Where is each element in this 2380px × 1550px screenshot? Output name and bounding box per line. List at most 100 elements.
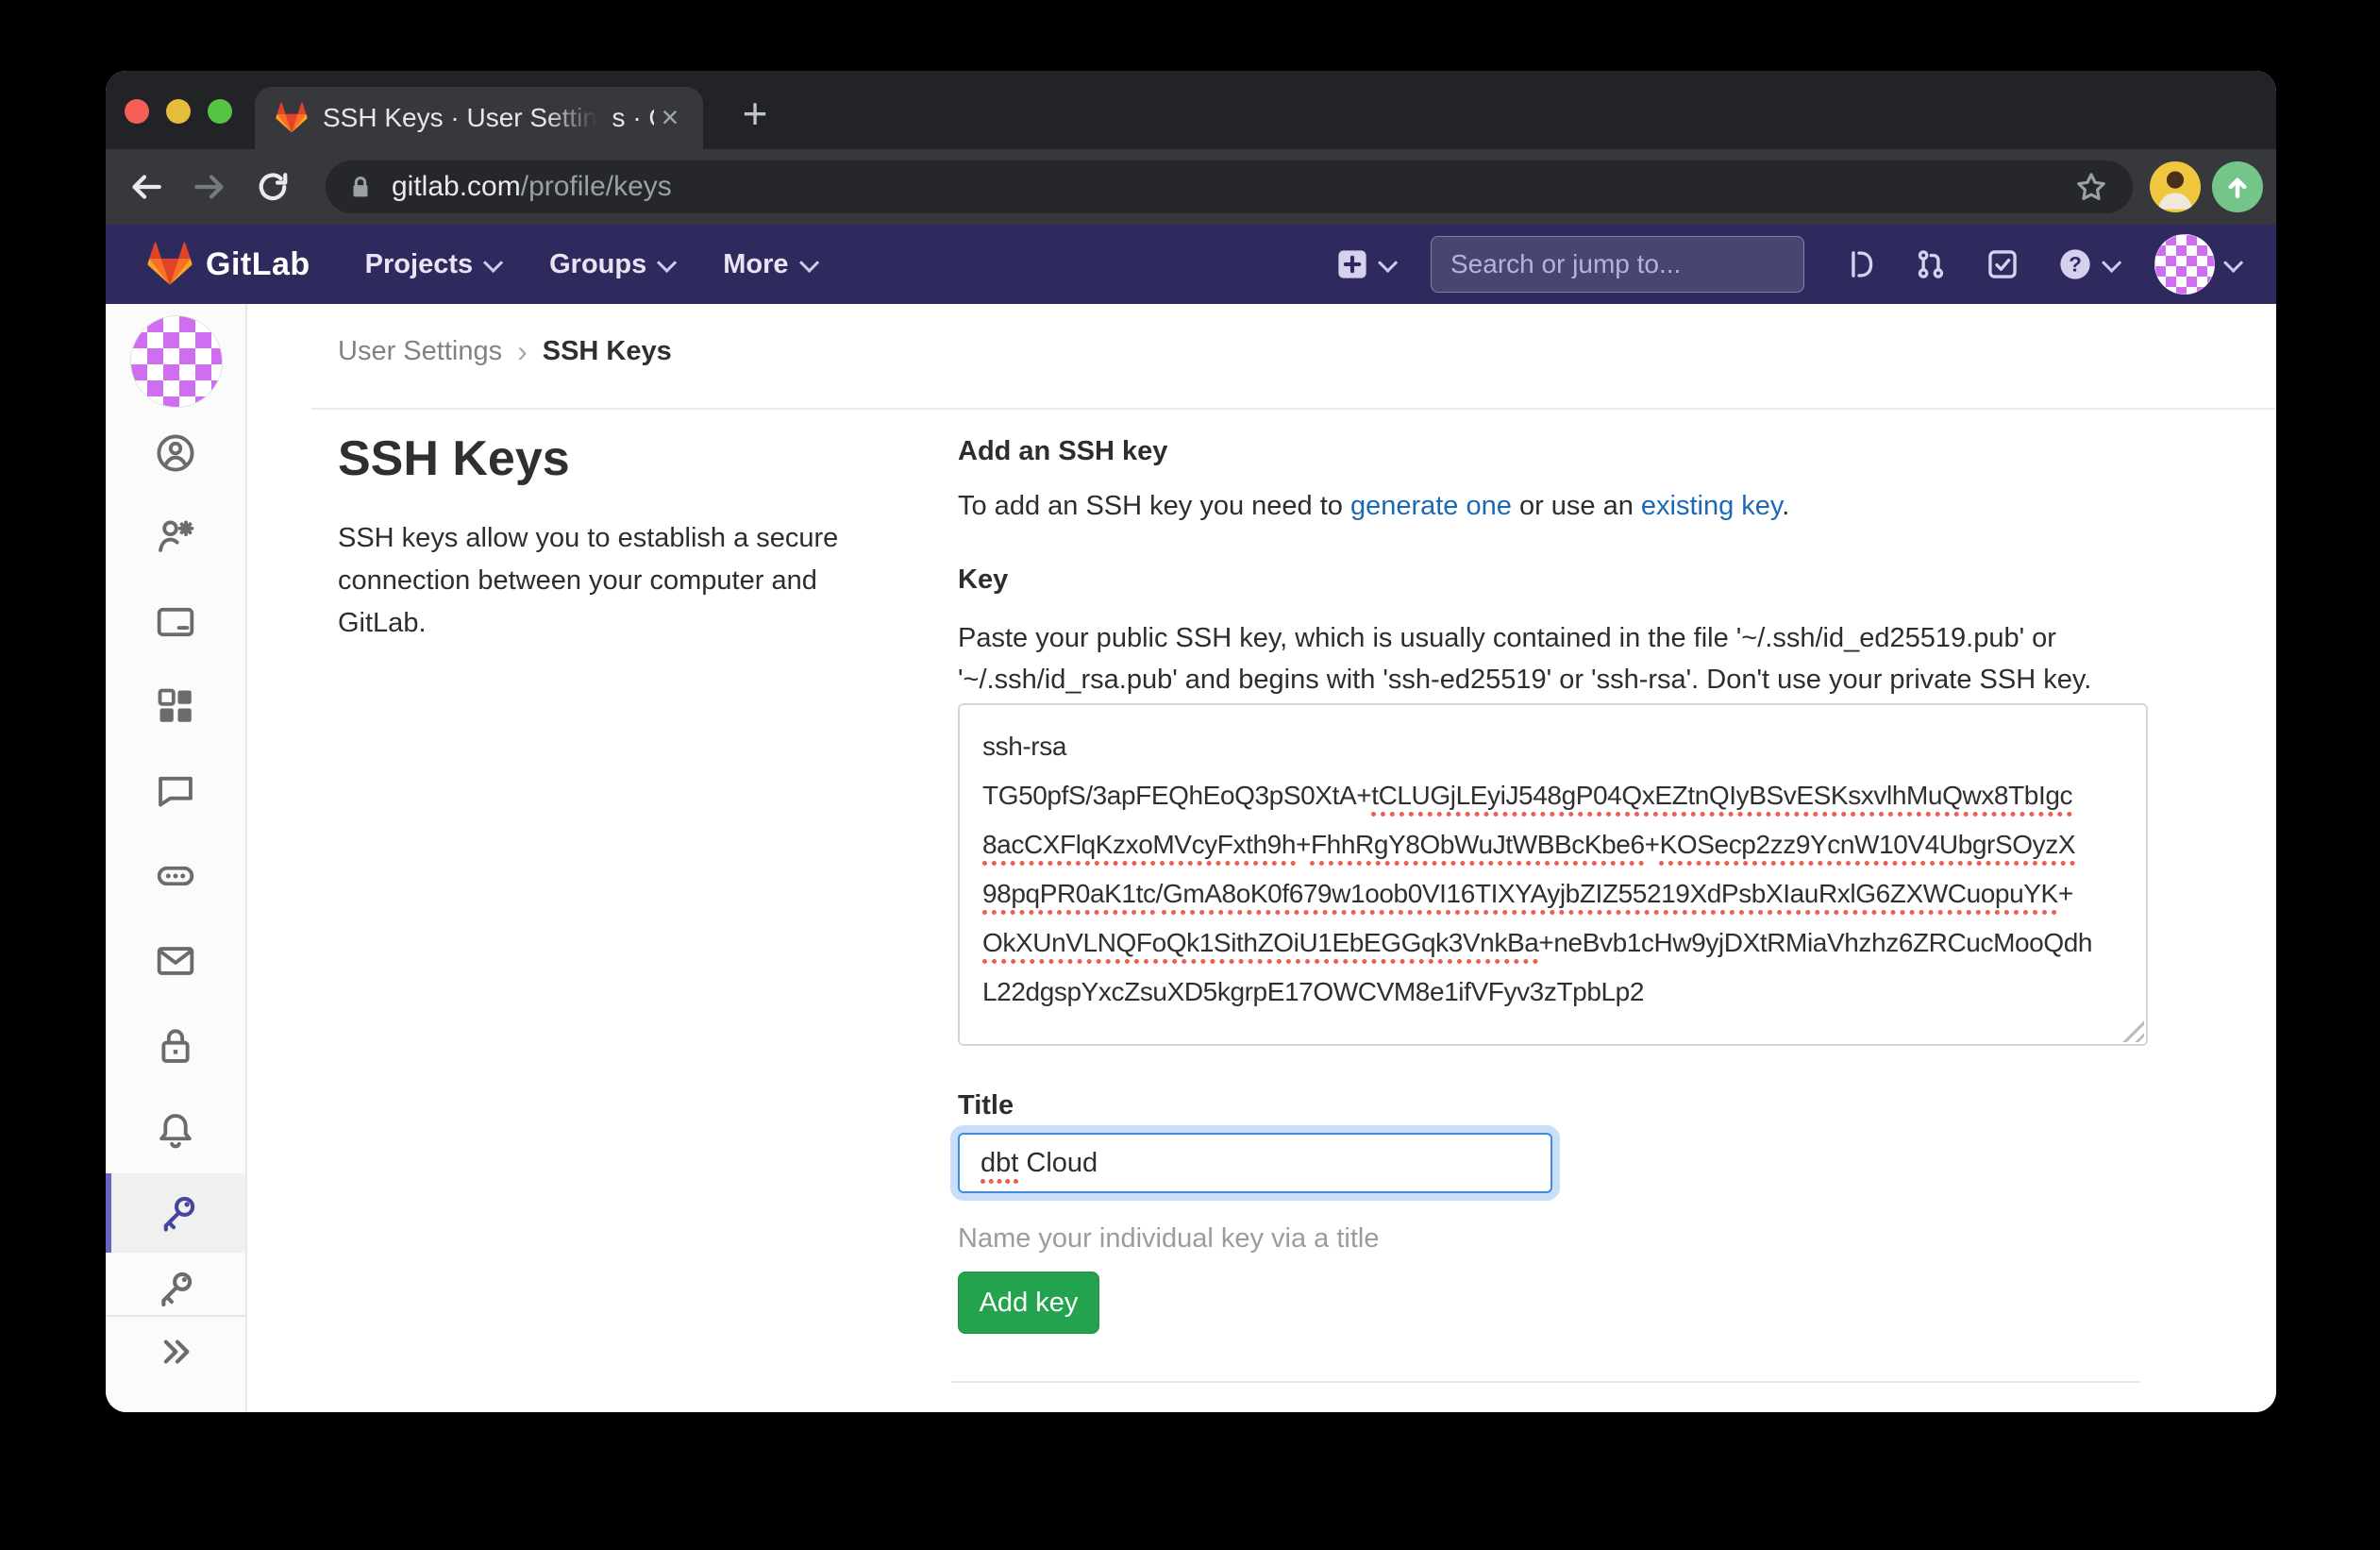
- minimize-window-button[interactable]: [166, 99, 191, 124]
- title-field-help: Name your individual key via a title: [958, 1223, 1379, 1255]
- account-icon: [155, 515, 196, 557]
- page-description: SSH keys allow you to establish a secure…: [338, 517, 904, 645]
- sidebar-item-profile[interactable]: [106, 432, 245, 474]
- issues-button[interactable]: [1842, 247, 1876, 281]
- help-menu-button[interactable]: ?: [2057, 246, 2117, 282]
- merge-request-icon: [1914, 247, 1948, 281]
- sidebar-item-password[interactable]: [106, 1025, 245, 1067]
- sidebar-item-chat[interactable]: [106, 770, 245, 812]
- search-input[interactable]: [1449, 248, 1793, 280]
- add-key-button[interactable]: Add key: [958, 1272, 1099, 1334]
- url-text: gitlab.com/profile/keys: [392, 171, 672, 203]
- title-input[interactable]: dbt Cloud: [958, 1133, 1552, 1193]
- browser-profile-avatar[interactable]: [2150, 161, 2201, 212]
- issues-icon: [1842, 247, 1876, 281]
- breadcrumb-separator: ›: [517, 334, 528, 369]
- gpg-key-icon: [155, 1268, 196, 1309]
- navbar-right: ?: [1335, 234, 2238, 295]
- plus-square-icon: [1335, 247, 1369, 281]
- site-lock-icon[interactable]: [346, 173, 375, 201]
- gitlab-home-link[interactable]: GitLab: [147, 242, 310, 287]
- gitlab-navbar: GitLab Projects Groups More: [106, 225, 2276, 304]
- existing-key-link[interactable]: existing key: [1641, 491, 1782, 521]
- reload-icon[interactable]: [254, 168, 292, 206]
- url-bar[interactable]: gitlab.com/profile/keys: [326, 160, 2133, 213]
- nav-more-label: More: [723, 249, 788, 280]
- form-intro: To add an SSH key you need to generate o…: [958, 491, 2148, 522]
- sidebar-divider: [106, 1315, 245, 1317]
- bell-icon: [155, 1110, 196, 1152]
- global-search[interactable]: [1431, 236, 1804, 293]
- settings-sidebar: [106, 304, 247, 1412]
- settings-content: User Settings › SSH Keys SSH Keys SSH ke…: [247, 304, 2276, 1412]
- sidebar-item-emails[interactable]: [106, 940, 245, 982]
- close-window-button[interactable]: [125, 99, 149, 124]
- gitlab-favicon-icon: [276, 102, 308, 134]
- sidebar-item-account[interactable]: [106, 515, 245, 557]
- intro-text: .: [1782, 491, 1789, 521]
- credit-card-icon: [155, 601, 196, 643]
- title-field-label: Title: [958, 1090, 1014, 1121]
- url-path: /profile/keys: [521, 171, 672, 202]
- arrow-up-icon: [2221, 171, 2254, 203]
- profile-icon: [155, 432, 196, 474]
- sidebar-item-applications[interactable]: [106, 685, 245, 727]
- sidebar-item-gpg-keys[interactable]: [106, 1268, 245, 1309]
- sidebar-item-status[interactable]: [106, 855, 245, 897]
- nav-projects[interactable]: Projects: [365, 249, 498, 280]
- intro-text: or use an: [1512, 491, 1641, 521]
- browser-toolbar: gitlab.com/profile/keys: [106, 149, 2276, 225]
- generate-one-link[interactable]: generate one: [1350, 491, 1512, 521]
- breadcrumb-user-settings[interactable]: User Settings: [338, 336, 502, 367]
- svg-text:?: ?: [2069, 253, 2082, 277]
- back-icon[interactable]: [127, 168, 165, 206]
- breadcrumb-divider: [311, 408, 2276, 410]
- bookmark-star-icon[interactable]: [2074, 170, 2108, 204]
- status-emoji-icon: [155, 855, 196, 897]
- zoom-window-button[interactable]: [208, 99, 232, 124]
- chevron-down-icon: [2102, 252, 2121, 272]
- mail-icon: [155, 940, 196, 982]
- chevron-down-icon: [657, 252, 677, 272]
- nav-more[interactable]: More: [723, 249, 813, 280]
- key-field-label: Key: [958, 564, 1008, 596]
- collapse-sidebar-button[interactable]: [106, 1331, 245, 1373]
- close-tab-icon[interactable]: ×: [654, 102, 686, 134]
- breadcrumb-current: SSH Keys: [543, 336, 672, 367]
- user-avatar: [2154, 234, 2215, 295]
- forward-icon[interactable]: [191, 168, 228, 206]
- app-body: User Settings › SSH Keys SSH Keys SSH ke…: [106, 304, 2276, 1412]
- merge-requests-button[interactable]: [1914, 247, 1948, 281]
- ssh-key-textarea[interactable]: ssh-rsaTG50pfS/3apFEQhEoQ3pS0XtA+tCLUGjL…: [958, 703, 2148, 1046]
- tab-strip: SSH Keys · User Settings · GitL × +: [106, 71, 2276, 149]
- intro-text: To add an SSH key you need to: [958, 491, 1350, 521]
- chevron-down-icon: [2223, 252, 2243, 272]
- ssh-key-icon: [158, 1192, 199, 1234]
- sidebar-item-ssh-keys[interactable]: [106, 1173, 245, 1253]
- breadcrumb: User Settings › SSH Keys: [338, 334, 672, 369]
- chat-bubble-icon: [155, 770, 196, 812]
- todos-button[interactable]: [1986, 247, 2020, 281]
- new-menu-button[interactable]: [1335, 247, 1393, 281]
- help-icon: ?: [2057, 246, 2093, 282]
- browser-tab[interactable]: SSH Keys · User Settings · GitL ×: [255, 87, 703, 149]
- sidebar-item-billing[interactable]: [106, 601, 245, 643]
- page-title: SSH Keys: [338, 430, 570, 487]
- gitlab-logo-icon: [147, 242, 193, 287]
- nav-groups-label: Groups: [549, 249, 646, 280]
- lock-icon: [155, 1025, 196, 1067]
- sidebar-item-notifications[interactable]: [106, 1110, 245, 1152]
- url-host: gitlab.com: [392, 171, 521, 202]
- nav-groups[interactable]: Groups: [549, 249, 672, 280]
- user-menu-button[interactable]: [2154, 234, 2238, 295]
- todo-check-icon: [1986, 247, 2020, 281]
- double-chevron-right-icon: [155, 1331, 196, 1373]
- chevron-down-icon: [483, 252, 503, 272]
- section-title: Add an SSH key: [958, 436, 1167, 467]
- new-tab-button[interactable]: +: [732, 92, 778, 137]
- browser-update-button[interactable]: [2212, 161, 2263, 212]
- section-divider: [951, 1381, 2140, 1383]
- applications-grid-icon: [155, 685, 196, 727]
- profile-avatar[interactable]: [130, 315, 223, 408]
- tab-title: SSH Keys · User Settings · GitL: [323, 103, 654, 133]
